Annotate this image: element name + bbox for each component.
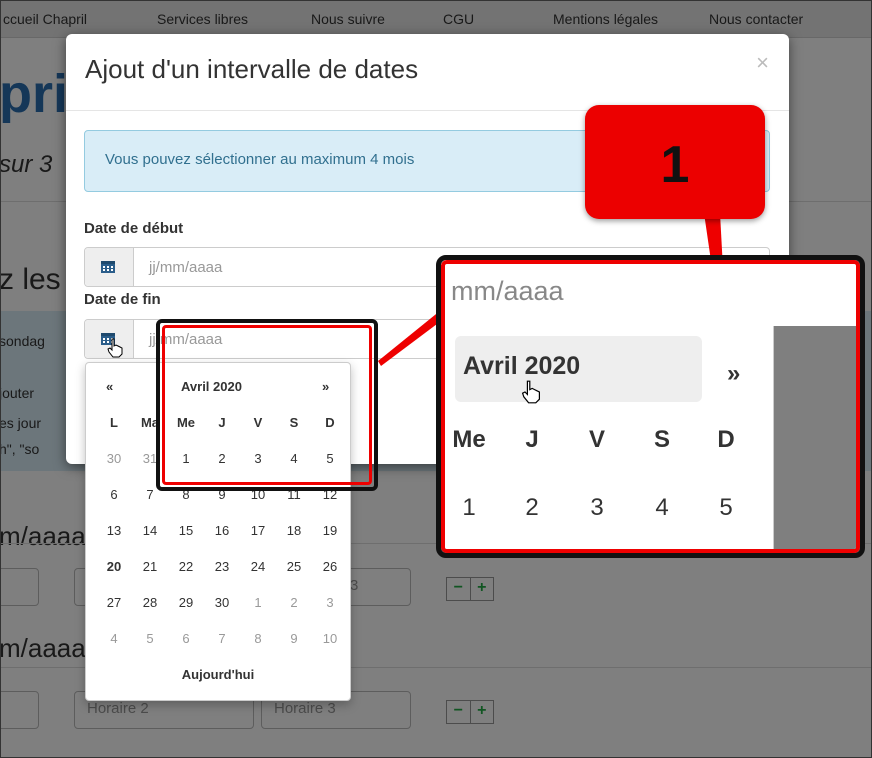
zoom-weekday: J (525, 426, 539, 453)
zoom-weekday: S (653, 426, 670, 453)
zoom-day: 4 (655, 494, 669, 521)
zoom-day: 5 (719, 494, 733, 521)
zoom-inset: mm/aaaa Avril 2020 » Me J V S D 1 2 3 4 5 (436, 255, 865, 558)
zoom-month-label: Avril 2020 (463, 352, 581, 380)
zoom-day: 1 (462, 494, 476, 521)
zoom-day: 2 (525, 494, 539, 521)
zoom-weekday: V (588, 426, 605, 453)
zoom-weekday: D (717, 426, 735, 453)
step-number: 1 (660, 136, 690, 194)
step-callout: 1 (585, 105, 765, 219)
hand-cursor-icon (521, 380, 540, 404)
zoom-input-text: mm/aaaa (451, 276, 564, 306)
zoom-next-label: » (727, 360, 741, 387)
zoom-day: 3 (590, 494, 604, 521)
screenshot-frame: ccueil Chapril Services libres Nous suiv… (0, 0, 872, 758)
zoom-weekday: Me (452, 426, 486, 453)
